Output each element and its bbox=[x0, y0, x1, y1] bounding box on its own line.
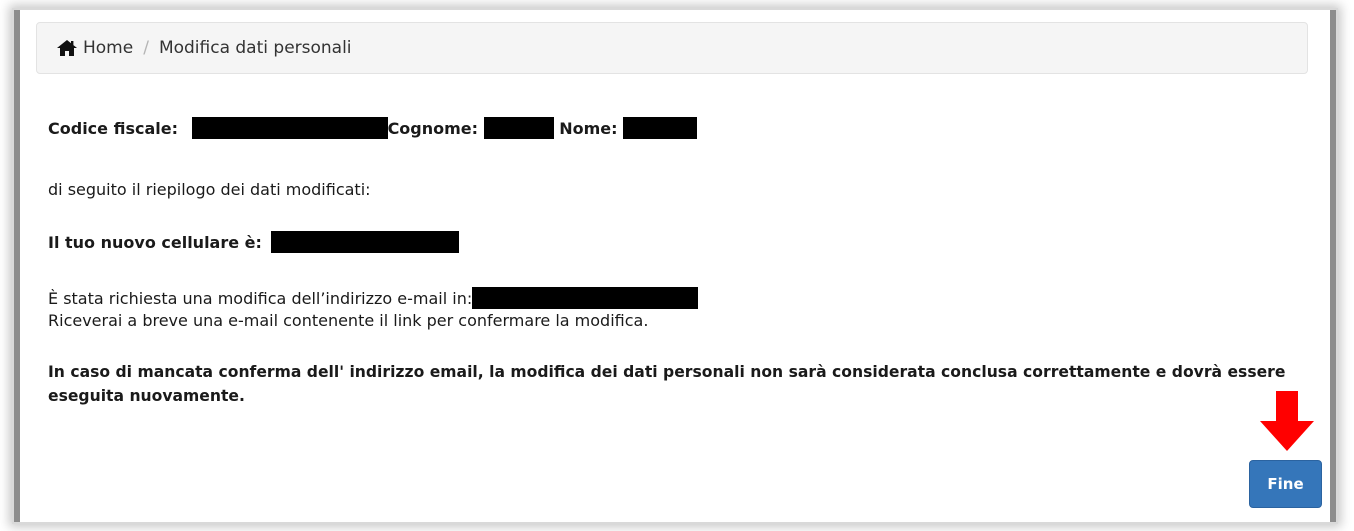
email-redacted bbox=[472, 287, 699, 309]
summary-intro: di seguito il riepilogo dei dati modific… bbox=[48, 180, 371, 199]
email-request-text: È stata richiesta una modifica dell’indi… bbox=[48, 289, 473, 308]
warning-line-2: eseguita nuovamente. bbox=[48, 387, 245, 405]
breadcrumb: Home / Modifica dati personali bbox=[36, 22, 1308, 74]
home-icon bbox=[57, 40, 77, 56]
codice-fiscale-redacted bbox=[191, 117, 388, 139]
identity-row: Codice fiscale: Cognome: Nome: bbox=[48, 117, 698, 139]
nome-label: Nome: bbox=[559, 119, 618, 138]
cognome-redacted bbox=[483, 117, 554, 139]
breadcrumb-separator: / bbox=[143, 38, 149, 58]
warning-line-1: In caso di mancata conferma dell' indiri… bbox=[48, 363, 1286, 381]
cognome-label: Cognome: bbox=[387, 119, 479, 138]
arrow-down-icon bbox=[1260, 391, 1314, 451]
breadcrumb-home-label: Home bbox=[83, 38, 134, 58]
cellulare-row: Il tuo nuovo cellulare è: bbox=[48, 231, 460, 253]
fine-button[interactable]: Fine bbox=[1249, 460, 1322, 508]
breadcrumb-current: Modifica dati personali bbox=[158, 38, 352, 58]
email-info: Riceverai a breve una e-mail contenente … bbox=[48, 311, 649, 330]
cellulare-redacted bbox=[271, 231, 460, 253]
nome-redacted bbox=[623, 117, 698, 139]
codice-fiscale-label: Codice fiscale: bbox=[48, 119, 178, 138]
email-request-row: È stata richiesta una modifica dell’indi… bbox=[48, 287, 699, 309]
breadcrumb-home-link[interactable]: Home bbox=[57, 38, 133, 58]
cellulare-label: Il tuo nuovo cellulare è: bbox=[48, 233, 262, 252]
page-frame bbox=[14, 10, 1336, 522]
